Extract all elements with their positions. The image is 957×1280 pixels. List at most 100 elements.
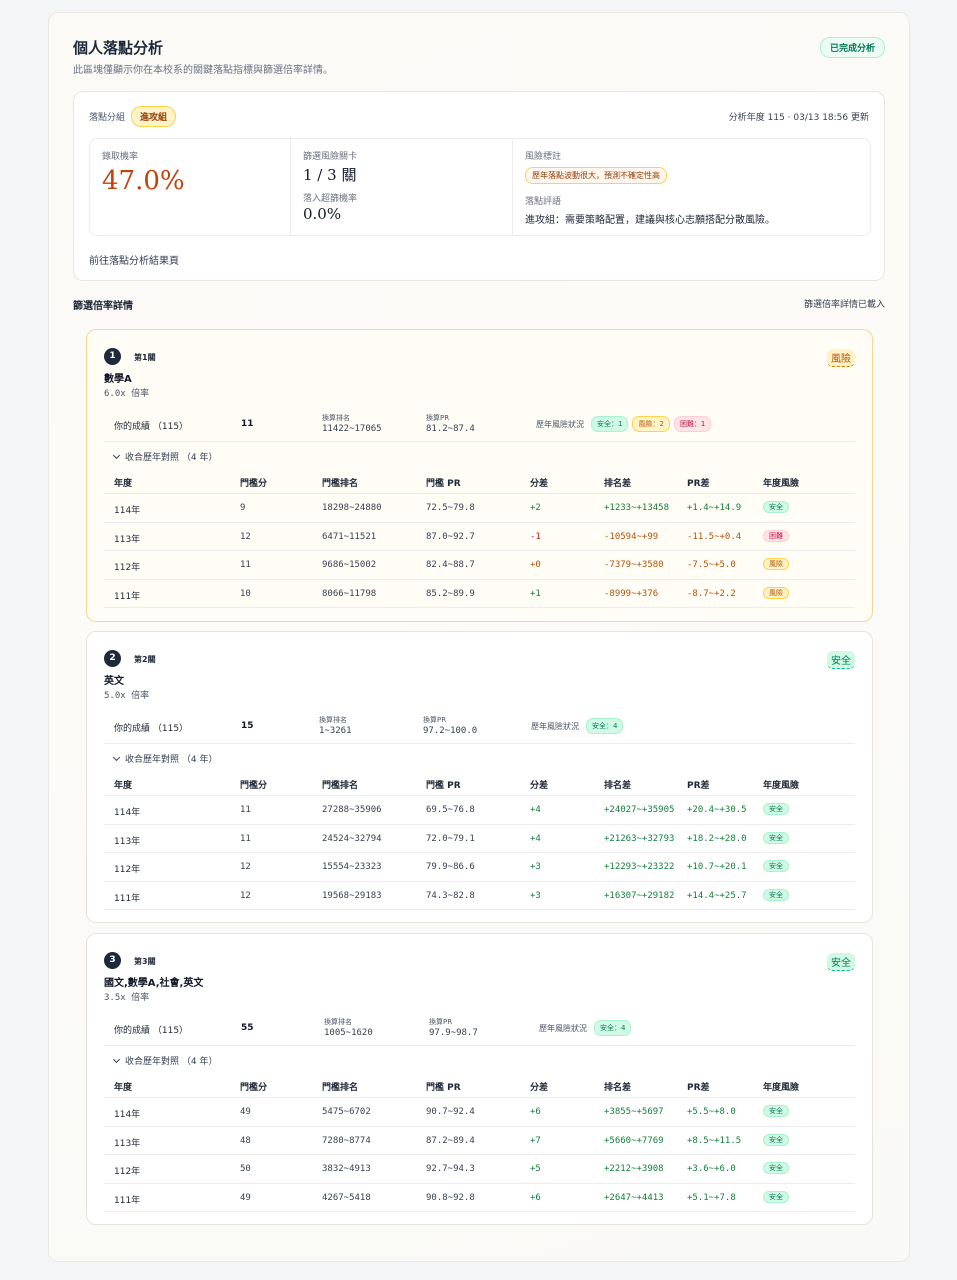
history-table: 年度 門檻分 門檻排名 門檻 PR 分差 排名差 PR差 年度風險 114年 49 5475~670… <box>104 1072 855 1212</box>
collapse-history-toggle[interactable]: 收合歷年對照 （4 年） <box>112 1054 218 1067</box>
stage-subject: 英文 <box>104 676 124 687</box>
cell-risk: 安全 <box>763 1162 789 1174</box>
stage-subject: 數學A <box>104 374 132 385</box>
stage-number: 1 <box>104 348 121 365</box>
risk-metric: 風險標註 歷年落點波動很大，預測不確定性高 落點評語 進攻組：需要策略配置，建議… <box>513 139 870 235</box>
stage-label: 第1關 <box>134 353 156 362</box>
history-pill: 困難：1 <box>673 416 712 432</box>
your-score-value: 11 <box>241 419 254 429</box>
cell-score: 12 <box>240 531 251 542</box>
cell-risk: 風險 <box>763 558 789 570</box>
cell-pr-diff: -7.5~+5.0 <box>687 560 736 570</box>
cell-rank-diff: +16307~+29182 <box>604 890 675 901</box>
table-row: 113年 12 6471~11521 87.0~92.7 -1 -10594~+99 -11… <box>104 523 855 551</box>
column-header: 門檻排名 <box>322 781 359 791</box>
table-row: 111年 12 19568~29183 74.3~82.8 +3 +16307~+2918… <box>104 882 855 910</box>
stage-number: 3 <box>104 952 121 969</box>
converted-rank: 換算排名 11422~17065 <box>322 413 382 434</box>
history-pill: 安全：4 <box>594 1020 632 1036</box>
table-row: 114年 49 5475~6702 90.7~92.4 +6 +3855~+5697 +5.… <box>104 1098 855 1127</box>
cell-diff: +4 <box>530 805 541 815</box>
cell-rank: 15554~23323 <box>322 862 382 872</box>
cell-diff: +6 <box>530 1192 541 1203</box>
cell-rank: 9686~15002 <box>322 560 377 570</box>
cell-diff: +1 <box>530 588 541 599</box>
collapse-history-toggle[interactable]: 收合歷年對照 （4 年） <box>112 752 217 765</box>
stage-multiplier: 3.5x 倍率 <box>104 993 150 1003</box>
risk-badge: 安全 <box>763 1133 789 1146</box>
column-header: 排名差 <box>604 781 632 791</box>
table-row: 113年 48 7280~8774 87.2~89.4 +7 +5660~+7769 +8.… <box>104 1127 855 1155</box>
cell-score: 12 <box>240 862 251 872</box>
your-score-value: 55 <box>241 1023 254 1033</box>
cell-rank-diff: -10594~+99 <box>604 531 659 542</box>
table-row: 112年 12 15554~23323 79.9~86.6 +3 +12293~+2332… <box>104 853 855 882</box>
group-label: 落點分組 <box>89 113 126 123</box>
column-header: 分差 <box>530 479 549 489</box>
table-row: 112年 11 9686~15002 82.4~88.7 +0 -7379~+3580 -7… <box>104 551 855 580</box>
stage-risk-tag: 安全 <box>827 953 855 971</box>
cell-score: 10 <box>240 588 251 599</box>
cell-pr: 74.3~82.8 <box>426 890 475 901</box>
table-header-row: 年度 門檻分 門檻排名 門檻 PR 分差 排名差 PR差 年度風險 <box>104 1072 855 1098</box>
rank-key: 換算排名 <box>322 414 350 422</box>
risk-label: 風險標註 <box>525 152 562 162</box>
collapse-label: 收合歷年對照 （4 年） <box>125 1057 218 1067</box>
cell-pr: 87.0~92.7 <box>426 531 475 542</box>
chevron-down-icon <box>112 1055 121 1064</box>
cell-rank: 19568~29183 <box>322 890 382 901</box>
cell-pr-diff: +3.6~+6.0 <box>687 1164 736 1174</box>
cell-rank-diff: +12293~+23322 <box>604 862 675 872</box>
cell-diff: +5 <box>530 1164 541 1174</box>
cell-year: 113年 <box>114 534 141 545</box>
collapse-history-toggle[interactable]: 收合歷年對照 （4 年） <box>112 450 218 463</box>
stage-multiplier: 5.0x 倍率 <box>104 691 150 701</box>
cell-score: 49 <box>240 1107 251 1117</box>
cell-score: 50 <box>240 1164 251 1174</box>
status-badge: 已完成分析 <box>819 37 885 58</box>
screen-value: 1 / 3 關 <box>303 166 357 184</box>
score-row: 你的成績 （115） 11 換算排名 11422~17065 換算PR 81.2~… <box>104 408 855 442</box>
history-pill: 安全：1 <box>591 416 629 432</box>
cell-risk: 安全 <box>763 1105 789 1117</box>
screen-metric: 篩選風險關卡 1 / 3 關 落入超篩機率 0.0% <box>291 139 513 235</box>
cell-score: 48 <box>240 1135 251 1146</box>
comment-text: 進攻組：需要策略配置，建議與核心志願搭配分散風險。 <box>525 215 775 226</box>
cell-risk: 安全 <box>763 501 789 513</box>
collapse-label: 收合歷年對照 （4 年） <box>125 453 218 463</box>
rank-value: 11422~17065 <box>322 424 382 434</box>
stage-card-1: 1 第1關 數學A 6.0x 倍率 風險 你的成績 （115） 11 換算排名 11422~… <box>86 329 873 622</box>
table-header-row: 年度 門檻分 門檻排名 門檻 PR 分差 排名差 PR差 年度風險 <box>104 770 855 796</box>
admit-label: 錄取機率 <box>102 152 139 162</box>
cell-score: 12 <box>240 890 251 901</box>
metrics-grid: 錄取機率 47.0% 篩選風險關卡 1 / 3 關 落入超篩機率 0.0% 風險… <box>89 138 871 236</box>
cell-rank-diff: -8999~+376 <box>604 588 659 599</box>
converted-pr: 換算PR 97.2~100.0 <box>423 715 477 736</box>
risk-badge: 安全 <box>763 1105 789 1117</box>
column-header: 排名差 <box>604 479 632 489</box>
page-subtitle: 此區塊僅顯示你在本校系的關鍵落點指標與篩選倍率詳情。 <box>73 65 333 76</box>
goto-result-link[interactable]: 前往落點分析結果頁 <box>89 252 179 267</box>
cell-pr: 72.0~79.1 <box>426 833 475 844</box>
rank-key: 換算排名 <box>324 1018 352 1026</box>
cell-pr: 90.8~92.8 <box>426 1192 475 1203</box>
table-header-row: 年度 門檻分 門檻排名 門檻 PR 分差 排名差 PR差 年度風險 <box>104 468 855 494</box>
history-label: 歷年風險狀況 <box>536 420 584 429</box>
cell-diff: +0 <box>530 560 541 570</box>
table-row: 113年 11 24524~32794 72.0~79.1 +4 +21263~+3279… <box>104 825 855 853</box>
cell-rank-diff: +3855~+5697 <box>604 1107 664 1117</box>
cell-pr: 69.5~76.8 <box>426 805 475 815</box>
column-header: 門檻 PR <box>426 781 461 791</box>
stage-risk-tag: 安全 <box>827 651 855 669</box>
cell-rank-diff: +5660~+7769 <box>604 1135 664 1146</box>
column-header: 年度 <box>114 781 133 791</box>
page-title: 個人落點分析 <box>73 39 164 57</box>
column-header: 門檻分 <box>240 479 268 489</box>
pr-value: 97.2~100.0 <box>423 726 478 736</box>
history-table: 年度 門檻分 門檻排名 門檻 PR 分差 排名差 PR差 年度風險 114年 11 27288~35… <box>104 770 855 910</box>
cell-rank-diff: -7379~+3580 <box>604 560 664 570</box>
risk-badge: 風險 <box>763 586 789 599</box>
cell-score: 11 <box>240 805 251 815</box>
stage-label: 第2關 <box>134 655 156 664</box>
admit-value: 47.0% <box>102 166 185 196</box>
